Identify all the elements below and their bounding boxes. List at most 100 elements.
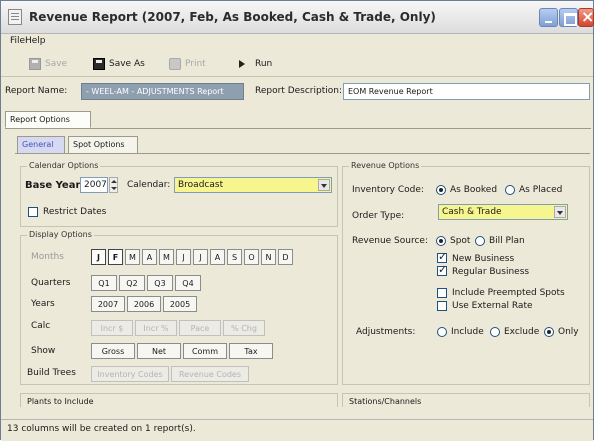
minimize-button[interactable] bbox=[539, 8, 558, 27]
use-external-rate-checkbox[interactable] bbox=[437, 301, 447, 311]
report-name-row: Report Name: - WEEL-AM - ADJUSTMENTS Rep… bbox=[1, 81, 593, 103]
base-year-label: Base Year: bbox=[25, 180, 85, 191]
month-button[interactable]: A bbox=[210, 249, 225, 265]
years-label: Years bbox=[31, 299, 55, 309]
base-year-input[interactable]: 2007 bbox=[80, 177, 108, 193]
printer-icon bbox=[169, 58, 181, 70]
quarter-button[interactable]: Q2 bbox=[119, 275, 145, 291]
display-options-group: Display Options Months J F M A M J J A S… bbox=[20, 230, 338, 385]
chevron-down-icon[interactable] bbox=[554, 206, 566, 218]
order-type-select[interactable]: Cash & Trade bbox=[438, 204, 568, 220]
month-button[interactable]: J bbox=[193, 249, 208, 265]
include-preempted-checkbox[interactable] bbox=[437, 288, 447, 298]
regular-business-label: Regular Business bbox=[452, 267, 530, 277]
revenue-options-group: Revenue Options Inventory Code: As Booke… bbox=[342, 161, 590, 385]
build-trees-label: Build Trees bbox=[27, 368, 76, 378]
report-window: Revenue Report (2007, Feb, As Booked, Ca… bbox=[0, 0, 594, 441]
use-external-rate-label: Use External Rate bbox=[452, 301, 533, 311]
show-net-button[interactable]: Net bbox=[137, 343, 181, 359]
window-title: Revenue Report (2007, Feb, As Booked, Ca… bbox=[29, 10, 436, 24]
month-button[interactable]: N bbox=[261, 249, 276, 265]
exclude-label: Exclude bbox=[504, 327, 540, 337]
toolbar: Save Save As Print Run bbox=[1, 51, 593, 77]
title-bar[interactable]: Revenue Report (2007, Feb, As Booked, Ca… bbox=[1, 1, 594, 34]
chevron-down-icon[interactable] bbox=[318, 179, 330, 191]
run-button[interactable]: Run bbox=[239, 57, 272, 71]
quarter-button[interactable]: Q4 bbox=[175, 275, 201, 291]
spot-radio[interactable] bbox=[436, 236, 446, 246]
status-bar: 13 columns will be created on 1 report(s… bbox=[1, 419, 593, 441]
document-icon bbox=[8, 9, 22, 25]
print-button[interactable]: Print bbox=[169, 57, 206, 71]
status-text: 13 columns will be created on 1 report(s… bbox=[7, 424, 196, 434]
month-button[interactable]: M bbox=[159, 249, 174, 265]
menu-file[interactable]: File bbox=[10, 36, 25, 46]
new-business-label: New Business bbox=[452, 254, 515, 264]
include-radio[interactable] bbox=[437, 327, 447, 337]
calendar-select[interactable]: Broadcast bbox=[174, 177, 332, 193]
revenue-source-label: Revenue Source: bbox=[352, 236, 428, 246]
month-button[interactable]: A bbox=[142, 249, 157, 265]
exclude-radio[interactable] bbox=[490, 327, 500, 337]
restrict-dates-label: Restrict Dates bbox=[43, 207, 107, 217]
adjustments-label: Adjustments: bbox=[356, 327, 416, 337]
stations-channels-title: Stations/Channels bbox=[349, 397, 422, 406]
month-button[interactable]: O bbox=[244, 249, 259, 265]
restrict-dates-checkbox[interactable] bbox=[28, 207, 38, 217]
year-button[interactable]: 2007 bbox=[91, 296, 125, 312]
revenue-codes-button[interactable]: Revenue Codes bbox=[171, 366, 249, 382]
bill-plan-radio[interactable] bbox=[475, 236, 485, 246]
inventory-codes-button[interactable]: Inventory Codes bbox=[91, 366, 169, 382]
plants-to-include-title: Plants to Include bbox=[27, 397, 94, 406]
quarter-button[interactable]: Q1 bbox=[91, 275, 117, 291]
play-icon bbox=[239, 60, 245, 68]
calc-label: Calc bbox=[31, 321, 51, 331]
report-description-field[interactable]: EOM Revenue Report bbox=[343, 83, 590, 100]
month-button[interactable]: M bbox=[125, 249, 140, 265]
stations-channels-group: Stations/Channels bbox=[342, 393, 590, 407]
tab-spot-options[interactable]: Spot Options bbox=[68, 136, 138, 153]
save-as-button[interactable]: Save As bbox=[93, 57, 145, 71]
tab-divider bbox=[5, 128, 591, 129]
spot-label: Spot bbox=[450, 236, 471, 246]
plants-to-include-group: Plants to Include bbox=[20, 393, 338, 407]
calc-incr-dollar-button[interactable]: Incr $ bbox=[91, 320, 133, 336]
close-button[interactable] bbox=[578, 7, 594, 27]
year-button[interactable]: 2006 bbox=[127, 296, 161, 312]
month-button[interactable]: D bbox=[278, 249, 293, 265]
as-booked-label: As Booked bbox=[450, 185, 498, 195]
menu-bar: File Help bbox=[1, 35, 593, 49]
menu-help[interactable]: Help bbox=[25, 36, 46, 46]
new-business-checkbox[interactable] bbox=[437, 250, 447, 263]
month-button[interactable]: J bbox=[91, 249, 106, 265]
base-year-spinner[interactable] bbox=[109, 177, 118, 193]
month-button[interactable]: S bbox=[227, 249, 242, 265]
year-button[interactable]: 2005 bbox=[163, 296, 197, 312]
calc-incr-percent-button[interactable]: Incr % bbox=[135, 320, 177, 336]
as-booked-radio[interactable] bbox=[436, 185, 446, 195]
calc-pace-button[interactable]: Pace bbox=[179, 320, 221, 336]
calc-pct-change-button[interactable]: % Chg bbox=[223, 320, 265, 336]
calendar-options-title: Calendar Options bbox=[27, 161, 101, 170]
quarters-label: Quarters bbox=[31, 278, 71, 288]
show-comm-button[interactable]: Comm bbox=[183, 343, 227, 359]
bill-plan-label: Bill Plan bbox=[489, 236, 525, 246]
report-name-label: Report Name: bbox=[5, 86, 68, 96]
tab-report-options[interactable]: Report Options bbox=[5, 111, 91, 128]
revenue-options-title: Revenue Options bbox=[349, 161, 422, 170]
only-radio[interactable] bbox=[544, 327, 554, 337]
quarter-button[interactable]: Q3 bbox=[147, 275, 173, 291]
tab-general[interactable]: General bbox=[17, 136, 65, 153]
regular-business-checkbox[interactable] bbox=[437, 263, 447, 276]
report-name-field[interactable]: - WEEL-AM - ADJUSTMENTS Report bbox=[81, 83, 244, 100]
save-button[interactable]: Save bbox=[29, 57, 67, 71]
show-label: Show bbox=[31, 346, 56, 356]
maximize-button[interactable] bbox=[559, 8, 578, 27]
show-tax-button[interactable]: Tax bbox=[229, 343, 273, 359]
show-gross-button[interactable]: Gross bbox=[91, 343, 135, 359]
month-button[interactable]: J bbox=[176, 249, 191, 265]
include-preempted-label: Include Preempted Spots bbox=[452, 288, 565, 298]
month-button[interactable]: F bbox=[108, 249, 123, 265]
as-placed-radio[interactable] bbox=[505, 185, 515, 195]
inventory-code-label: Inventory Code: bbox=[352, 185, 424, 195]
